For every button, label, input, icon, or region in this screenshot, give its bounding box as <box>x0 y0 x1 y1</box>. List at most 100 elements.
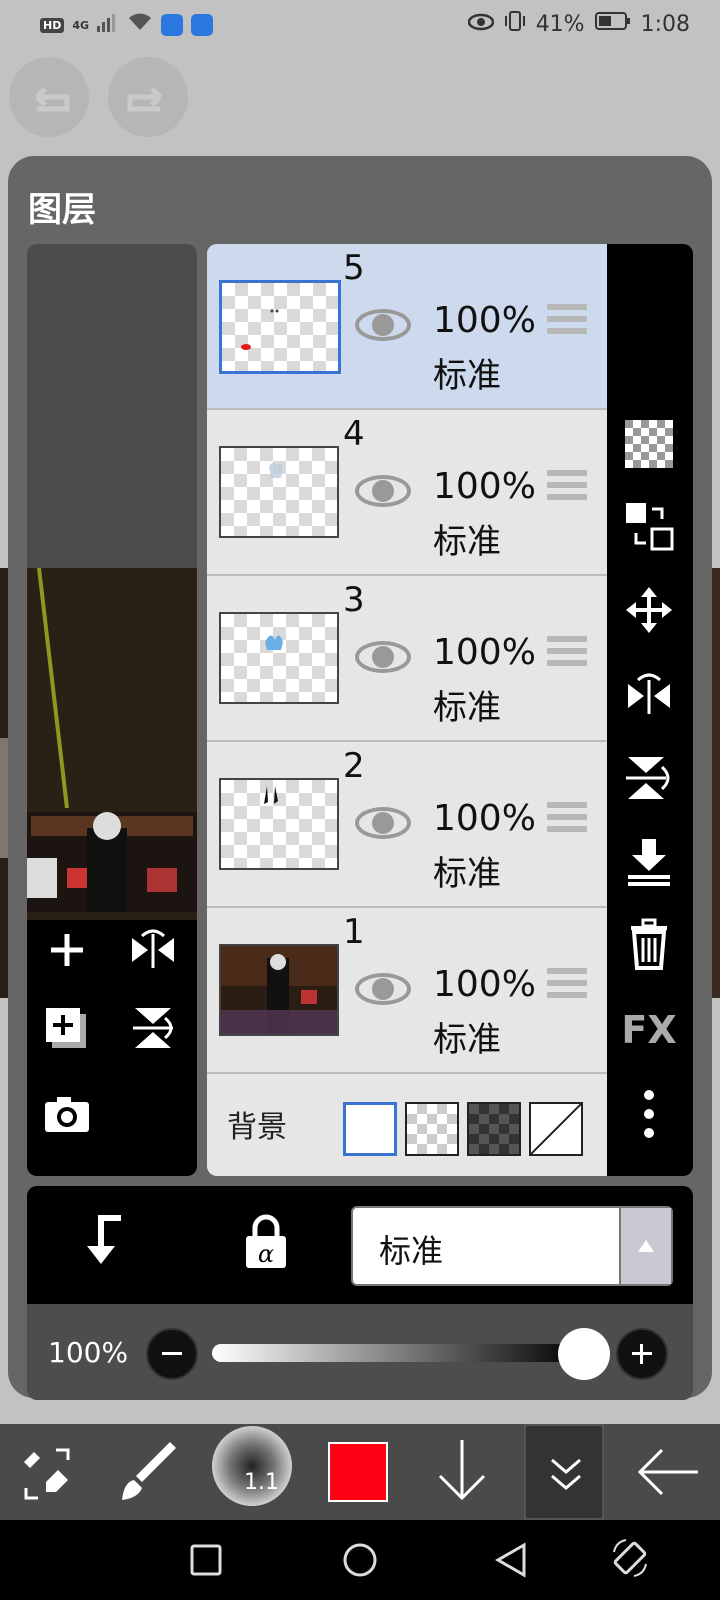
opacity-decrease-button[interactable] <box>146 1328 198 1380</box>
visibility-toggle[interactable] <box>353 804 413 846</box>
status-bar: HD 4G 41% 1:08 <box>0 0 720 50</box>
flip-horizontal-icon <box>628 673 670 714</box>
layer-row-4[interactable]: 4 100% 标准 <box>207 410 607 576</box>
clip-button[interactable] <box>81 1212 131 1276</box>
hd-badge: HD <box>40 17 65 33</box>
main-toolbar: 1.1 <box>0 1424 720 1520</box>
layer-row-5[interactable]: 5 100% 标准 <box>207 244 607 410</box>
app-notification-icon <box>161 14 184 36</box>
bg-white-option[interactable] <box>343 1102 397 1156</box>
add-layer-button[interactable] <box>37 920 97 980</box>
more-options-button[interactable] <box>619 1084 679 1144</box>
drag-handle[interactable] <box>547 968 587 1004</box>
layer-opacity: 100% <box>433 798 536 839</box>
drag-handle[interactable] <box>547 802 587 838</box>
transparency-button[interactable] <box>619 414 679 474</box>
layer-number: 5 <box>343 248 365 288</box>
double-chevron-down-icon <box>551 1458 581 1490</box>
plus-icon <box>632 1344 652 1364</box>
flip-h-button[interactable] <box>123 920 183 980</box>
layer-blend-mode: 标准 <box>433 854 501 894</box>
rotate-button[interactable] <box>610 1538 650 1582</box>
visibility-toggle[interactable] <box>353 638 413 680</box>
move-button[interactable] <box>619 580 679 640</box>
flip-v-icon <box>133 1008 173 1048</box>
duplicate-layer-button[interactable] <box>37 998 97 1058</box>
drag-handle[interactable] <box>547 470 587 506</box>
canvas-preview[interactable] <box>27 568 197 920</box>
layer-blend-mode: 标准 <box>433 688 501 728</box>
brush-eraser-switch-icon <box>24 1448 70 1500</box>
blend-mode-select[interactable]: 标准 <box>351 1206 673 1286</box>
dropdown-arrow-icon <box>619 1208 671 1284</box>
redo-icon <box>127 87 162 112</box>
tool-switch-button[interactable] <box>16 1442 80 1510</box>
signal-icon <box>97 13 119 38</box>
undo-button[interactable] <box>9 57 89 137</box>
brush-size-button[interactable]: 1.1 <box>212 1426 292 1506</box>
drag-handle[interactable] <box>547 304 587 340</box>
bg-dark-checker-option[interactable] <box>467 1102 521 1156</box>
battery-icon <box>594 11 631 37</box>
redo-button[interactable] <box>108 57 188 137</box>
layer-number: 4 <box>343 414 365 454</box>
merge-down-button[interactable] <box>619 832 679 892</box>
eye-icon <box>355 475 411 507</box>
nav-back-button[interactable] <box>494 1542 528 1582</box>
visibility-toggle[interactable] <box>353 306 413 348</box>
merge-down-icon <box>628 839 670 886</box>
layer-down-button[interactable] <box>434 1436 490 1512</box>
opacity-slider-track[interactable] <box>212 1344 582 1362</box>
wifi-icon <box>127 12 153 38</box>
layer-row-1[interactable]: 1 100% 标准 <box>207 908 607 1074</box>
layer-blend-mode: 标准 <box>433 1020 501 1060</box>
layer-row-2[interactable]: 2 100% 标准 <box>207 742 607 908</box>
home-button[interactable] <box>342 1542 378 1582</box>
back-button[interactable] <box>636 1446 700 1502</box>
layer-opacity: 100% <box>433 466 536 507</box>
layer-opacity: 100% <box>433 964 536 1005</box>
background-label: 背景 <box>227 1110 287 1145</box>
delete-layer-button[interactable] <box>619 914 679 974</box>
opacity-slider-knob[interactable] <box>558 1328 610 1380</box>
layer-row-3[interactable]: 3 100% 标准 <box>207 576 607 742</box>
layer-opacity: 100% <box>433 632 536 673</box>
brush-size-value: 1.1 <box>244 1470 279 1495</box>
bg-transparent-option[interactable] <box>405 1102 459 1156</box>
undo-icon <box>35 87 70 112</box>
add-layer-icon <box>51 934 83 966</box>
recent-apps-button[interactable] <box>190 1544 222 1580</box>
camera-icon <box>45 1097 89 1132</box>
fx-button[interactable]: FX <box>619 1000 679 1060</box>
right-tools: FX <box>607 244 693 1176</box>
square-icon <box>190 1544 222 1576</box>
layer-blend-mode: 标准 <box>433 356 501 396</box>
layer-number: 1 <box>343 912 365 952</box>
flip-vertical-button[interactable] <box>619 748 679 808</box>
brush-icon <box>122 1442 176 1500</box>
trash-icon <box>631 918 667 970</box>
camera-button[interactable] <box>37 1084 97 1144</box>
eye-icon <box>355 973 411 1005</box>
swap-layer-button[interactable] <box>619 496 679 556</box>
move-icon <box>626 587 672 633</box>
bg-none-option[interactable] <box>529 1102 583 1156</box>
drag-handle[interactable] <box>547 636 587 672</box>
alpha-lock-icon: α <box>246 1214 286 1268</box>
flip-v-button[interactable] <box>123 998 183 1058</box>
color-swatch[interactable] <box>328 1442 388 1502</box>
eye-icon <box>355 807 411 839</box>
layer-thumbnail <box>219 944 339 1036</box>
current-color <box>330 1444 386 1500</box>
flip-horizontal-button[interactable] <box>619 664 679 724</box>
panel-title: 图层 <box>28 190 96 230</box>
collapse-panel-button[interactable] <box>524 1424 604 1520</box>
brush-tool-button[interactable] <box>118 1442 182 1510</box>
visibility-toggle[interactable] <box>353 970 413 1012</box>
visibility-toggle[interactable] <box>353 472 413 514</box>
swap-layer-icon <box>626 503 674 551</box>
more-vertical-icon <box>644 1090 654 1138</box>
opacity-increase-button[interactable] <box>616 1328 668 1380</box>
alpha-lock-button[interactable]: α <box>243 1212 289 1276</box>
status-right: 41% 1:08 <box>467 10 690 38</box>
